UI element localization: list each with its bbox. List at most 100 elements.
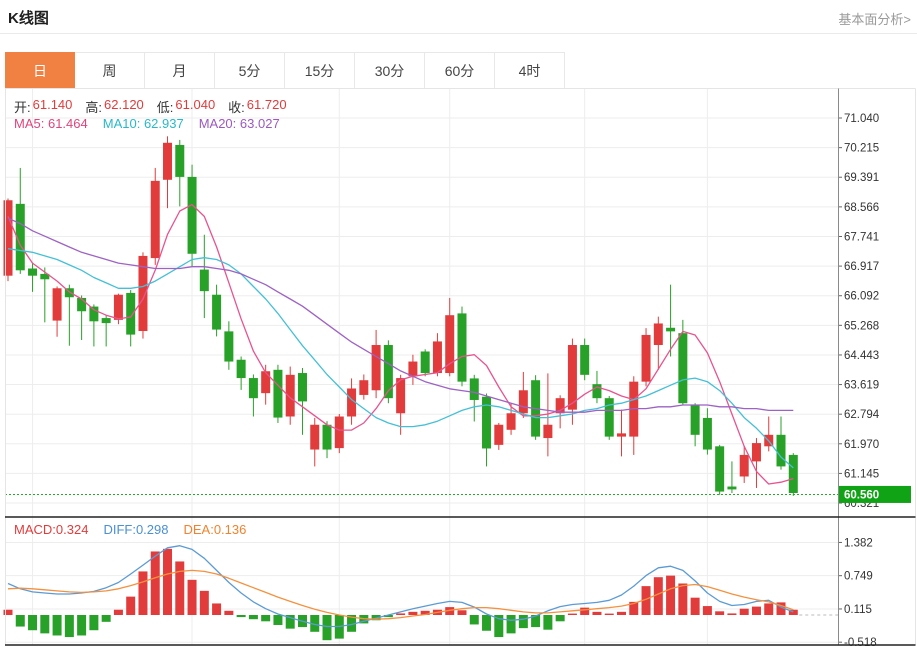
- candle-body: [200, 270, 209, 292]
- macd-bar: [224, 611, 233, 615]
- macd-bar: [666, 576, 675, 615]
- price-tick-label: 68.566: [844, 202, 879, 214]
- macd-bar: [691, 598, 700, 615]
- candle-body: [175, 145, 184, 177]
- candle-body: [224, 331, 233, 361]
- candle-body: [568, 345, 577, 410]
- macd-bar: [740, 609, 749, 615]
- macd-tick-label: 0.115: [844, 604, 872, 616]
- candle-body: [654, 323, 663, 345]
- tab-period-3[interactable]: 5分: [215, 52, 285, 89]
- tab-period-2[interactable]: 月: [145, 52, 215, 89]
- candle-body: [433, 341, 442, 373]
- macd-bar: [323, 615, 332, 640]
- macd-bar: [212, 603, 221, 615]
- macd-bar: [752, 607, 761, 615]
- candle-body: [188, 177, 197, 254]
- candle-body: [470, 378, 479, 400]
- macd-bar: [28, 615, 37, 630]
- candle-body: [310, 425, 319, 450]
- price-tick-label: 62.794: [844, 409, 880, 421]
- macd-bar: [151, 551, 160, 615]
- candle-body: [249, 378, 258, 398]
- candle-body: [691, 405, 700, 435]
- candle-body: [715, 446, 724, 491]
- candle-body: [789, 455, 798, 493]
- tab-period-7[interactable]: 4时: [495, 52, 565, 89]
- candle-body: [666, 328, 675, 332]
- ma10-line: [8, 249, 793, 468]
- macd-bar: [163, 549, 172, 615]
- period-tab-strip: 日周月5分15分30分60分4时: [5, 52, 565, 89]
- macd-bar: [237, 615, 246, 617]
- candle-body: [89, 307, 98, 322]
- price-tick-label: 65.268: [844, 320, 879, 332]
- candle-body: [298, 373, 307, 401]
- macd-bar: [53, 615, 62, 635]
- macd-bar: [4, 610, 13, 615]
- macd-bar: [703, 606, 712, 615]
- macd-bar: [65, 615, 74, 637]
- candle-body: [777, 435, 786, 467]
- macd-bar: [126, 597, 135, 615]
- price-tick-label: 61.145: [844, 468, 879, 480]
- macd-bar: [617, 612, 626, 615]
- macd-bar: [77, 615, 86, 635]
- candle-body: [580, 345, 589, 375]
- tab-period-0[interactable]: 日: [5, 52, 75, 89]
- price-tick-label: 63.619: [844, 380, 879, 392]
- price-tick-label: 61.970: [844, 439, 879, 451]
- macd-bar: [261, 615, 270, 621]
- tab-period-6[interactable]: 60分: [425, 52, 495, 89]
- tab-period-1[interactable]: 周: [75, 52, 145, 89]
- macd-bar: [592, 612, 601, 615]
- price-tick-label: 67.741: [844, 232, 879, 244]
- candle-body: [212, 295, 221, 330]
- macd-bar: [568, 614, 577, 615]
- candle-body: [114, 295, 123, 320]
- price-tick-label: 70.215: [844, 143, 879, 155]
- candle-body: [519, 390, 528, 413]
- tab-period-5[interactable]: 30分: [355, 52, 425, 89]
- candle-body: [151, 181, 160, 258]
- candle-body: [703, 418, 712, 450]
- macd-bar: [764, 603, 773, 615]
- candle-body: [335, 416, 344, 448]
- candle-body: [408, 362, 417, 377]
- candle-body: [261, 371, 270, 393]
- macd-tick-label: 0.749: [844, 571, 873, 583]
- candle-body: [102, 318, 111, 323]
- macd-bar: [249, 615, 258, 619]
- macd-bar: [507, 615, 516, 633]
- candle-body: [163, 143, 172, 180]
- macd-bar: [727, 613, 736, 615]
- candle-body: [77, 298, 86, 311]
- macd-bar: [457, 610, 466, 615]
- candle-body: [359, 380, 368, 395]
- candle-body: [323, 425, 332, 450]
- fundamental-analysis-link[interactable]: 基本面分析>: [838, 9, 911, 28]
- macd-bar: [519, 615, 528, 628]
- candle-body: [494, 425, 503, 445]
- macd-bar: [114, 610, 123, 615]
- tab-period-4[interactable]: 15分: [285, 52, 355, 89]
- candle-body: [543, 425, 552, 438]
- candle-body: [372, 345, 381, 390]
- macd-bar: [470, 615, 479, 624]
- macd-bar: [89, 615, 98, 630]
- macd-bar: [580, 608, 589, 615]
- price-tick-label: 66.092: [844, 291, 879, 303]
- candle-body: [642, 335, 651, 382]
- macd-bar: [678, 584, 687, 616]
- kline-chart[interactable]: 71.04070.21569.39168.56667.74166.91766.0…: [0, 88, 917, 648]
- candle-body: [28, 269, 37, 276]
- macd-bar: [40, 615, 49, 633]
- macd-bar: [200, 591, 209, 615]
- candle-body: [740, 455, 749, 477]
- candle-body: [592, 384, 601, 398]
- macd-bar: [175, 561, 184, 615]
- macd-bar: [138, 571, 147, 615]
- macd-bar: [273, 615, 282, 625]
- macd-bar: [543, 615, 552, 630]
- macd-bar: [654, 577, 663, 615]
